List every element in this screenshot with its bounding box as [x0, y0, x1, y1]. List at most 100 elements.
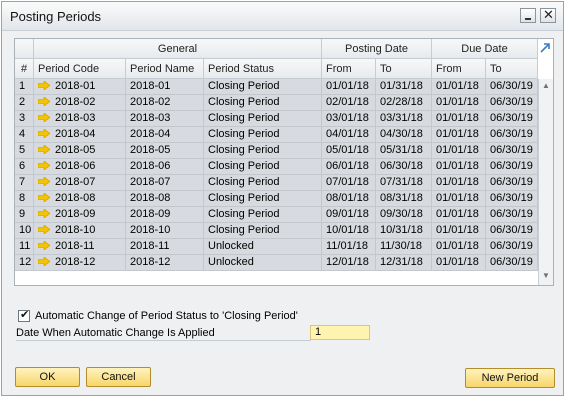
period-name-cell[interactable]: 2018-07	[126, 175, 204, 191]
period-status-cell[interactable]: Unlocked	[204, 255, 322, 271]
due-from-cell[interactable]: 01/01/18	[432, 159, 486, 175]
due-to-cell[interactable]: 06/30/19	[486, 255, 538, 271]
due-to-cell[interactable]: 06/30/19	[486, 95, 538, 111]
table-row[interactable]: 5 2018-05 2018-05 Closing Period 05/01/18 05/…	[15, 143, 538, 159]
col-posting-to-header[interactable]: To	[376, 59, 432, 79]
posting-to-cell[interactable]: 09/30/18	[376, 207, 432, 223]
col-posting-from-header[interactable]: From	[322, 59, 376, 79]
link-arrow-icon[interactable]	[38, 241, 50, 250]
scroll-up-icon[interactable]: ▲	[541, 81, 551, 91]
due-from-cell[interactable]: 01/01/18	[432, 175, 486, 191]
period-code-cell[interactable]: 2018-08	[34, 191, 126, 207]
period-code-cell[interactable]: 2018-01	[34, 79, 126, 95]
link-arrow-icon[interactable]	[38, 145, 50, 154]
period-status-cell[interactable]: Closing Period	[204, 191, 322, 207]
period-status-cell[interactable]: Closing Period	[204, 95, 322, 111]
period-code-cell[interactable]: 2018-04	[34, 127, 126, 143]
due-from-cell[interactable]: 01/01/18	[432, 223, 486, 239]
new-period-button[interactable]: New Period	[465, 368, 555, 388]
period-code-cell[interactable]: 2018-11	[34, 239, 126, 255]
posting-to-cell[interactable]: 06/30/18	[376, 159, 432, 175]
expand-icon[interactable]	[538, 41, 552, 55]
link-arrow-icon[interactable]	[38, 129, 50, 138]
due-from-cell[interactable]: 01/01/18	[432, 127, 486, 143]
period-status-cell[interactable]: Closing Period	[204, 175, 322, 191]
period-code-cell[interactable]: 2018-09	[34, 207, 126, 223]
link-arrow-icon[interactable]	[38, 209, 50, 218]
due-to-cell[interactable]: 06/30/19	[486, 175, 538, 191]
posting-from-cell[interactable]: 12/01/18	[322, 255, 376, 271]
period-name-cell[interactable]: 2018-08	[126, 191, 204, 207]
posting-to-cell[interactable]: 02/28/18	[376, 95, 432, 111]
posting-to-cell[interactable]: 04/30/18	[376, 127, 432, 143]
due-from-cell[interactable]: 01/01/18	[432, 191, 486, 207]
close-icon[interactable]: ✕	[540, 8, 556, 23]
period-status-cell[interactable]: Closing Period	[204, 79, 322, 95]
posting-from-cell[interactable]: 04/01/18	[322, 127, 376, 143]
table-row[interactable]: 1 2018-01 2018-01 Closing Period 01/01/18 01/…	[15, 79, 538, 95]
link-arrow-icon[interactable]	[38, 193, 50, 202]
table-row[interactable]: 10 2018-10 2018-10 Closing Period 10/01/18 10…	[15, 223, 538, 239]
due-to-cell[interactable]: 06/30/19	[486, 207, 538, 223]
period-status-cell[interactable]: Closing Period	[204, 111, 322, 127]
posting-from-cell[interactable]: 10/01/18	[322, 223, 376, 239]
table-row[interactable]: 2 2018-02 2018-02 Closing Period 02/01/18 02/…	[15, 95, 538, 111]
posting-to-cell[interactable]: 03/31/18	[376, 111, 432, 127]
posting-from-cell[interactable]: 02/01/18	[322, 95, 376, 111]
period-status-cell[interactable]: Unlocked	[204, 239, 322, 255]
posting-to-cell[interactable]: 01/31/18	[376, 79, 432, 95]
due-from-cell[interactable]: 01/01/18	[432, 79, 486, 95]
table-row[interactable]: 12 2018-12 2018-12 Unlocked 12/01/18 12/31/18…	[15, 255, 538, 271]
table-row[interactable]: 9 2018-09 2018-09 Closing Period 09/01/18 09/…	[15, 207, 538, 223]
due-to-cell[interactable]: 06/30/19	[486, 159, 538, 175]
link-arrow-icon[interactable]	[38, 177, 50, 186]
posting-to-cell[interactable]: 07/31/18	[376, 175, 432, 191]
minimize-icon[interactable]	[520, 8, 536, 23]
period-status-cell[interactable]: Closing Period	[204, 127, 322, 143]
table-row[interactable]: 6 2018-06 2018-06 Closing Period 06/01/18 06/…	[15, 159, 538, 175]
period-name-cell[interactable]: 2018-10	[126, 223, 204, 239]
col-due-to-header[interactable]: To	[486, 59, 538, 79]
table-row[interactable]: 8 2018-08 2018-08 Closing Period 08/01/18 08/…	[15, 191, 538, 207]
period-name-cell[interactable]: 2018-04	[126, 127, 204, 143]
link-arrow-icon[interactable]	[38, 81, 50, 90]
due-to-cell[interactable]: 06/30/19	[486, 223, 538, 239]
period-name-cell[interactable]: 2018-02	[126, 95, 204, 111]
table-row[interactable]: 7 2018-07 2018-07 Closing Period 07/01/18 07/…	[15, 175, 538, 191]
col-period-name-header[interactable]: Period Name	[126, 59, 204, 79]
period-status-cell[interactable]: Closing Period	[204, 159, 322, 175]
posting-to-cell[interactable]: 05/31/18	[376, 143, 432, 159]
posting-from-cell[interactable]: 03/01/18	[322, 111, 376, 127]
period-status-cell[interactable]: Closing Period	[204, 207, 322, 223]
due-from-cell[interactable]: 01/01/18	[432, 143, 486, 159]
period-status-cell[interactable]: Closing Period	[204, 223, 322, 239]
table-row[interactable]: 4 2018-04 2018-04 Closing Period 04/01/18 04/…	[15, 127, 538, 143]
posting-from-cell[interactable]: 05/01/18	[322, 143, 376, 159]
period-name-cell[interactable]: 2018-11	[126, 239, 204, 255]
period-code-cell[interactable]: 2018-05	[34, 143, 126, 159]
col-due-from-header[interactable]: From	[432, 59, 486, 79]
link-arrow-icon[interactable]	[38, 113, 50, 122]
vertical-scrollbar[interactable]: ▲ ▼	[538, 79, 553, 285]
period-name-cell[interactable]: 2018-09	[126, 207, 204, 223]
due-from-cell[interactable]: 01/01/18	[432, 255, 486, 271]
posting-to-cell[interactable]: 12/31/18	[376, 255, 432, 271]
due-to-cell[interactable]: 06/30/19	[486, 79, 538, 95]
cancel-button[interactable]: Cancel	[86, 367, 151, 387]
auto-change-checkbox[interactable]: ✔	[18, 308, 30, 322]
link-arrow-icon[interactable]	[38, 225, 50, 234]
period-name-cell[interactable]: 2018-12	[126, 255, 204, 271]
posting-from-cell[interactable]: 08/01/18	[322, 191, 376, 207]
link-arrow-icon[interactable]	[38, 161, 50, 170]
posting-from-cell[interactable]: 06/01/18	[322, 159, 376, 175]
period-code-cell[interactable]: 2018-10	[34, 223, 126, 239]
posting-from-cell[interactable]: 11/01/18	[322, 239, 376, 255]
due-from-cell[interactable]: 01/01/18	[432, 95, 486, 111]
due-to-cell[interactable]: 06/30/19	[486, 191, 538, 207]
period-code-cell[interactable]: 2018-07	[34, 175, 126, 191]
table-row[interactable]: 11 2018-11 2018-11 Unlocked 11/01/18 11/30/18…	[15, 239, 538, 255]
link-arrow-icon[interactable]	[38, 97, 50, 106]
period-code-cell[interactable]: 2018-12	[34, 255, 126, 271]
period-name-cell[interactable]: 2018-01	[126, 79, 204, 95]
posting-from-cell[interactable]: 01/01/18	[322, 79, 376, 95]
